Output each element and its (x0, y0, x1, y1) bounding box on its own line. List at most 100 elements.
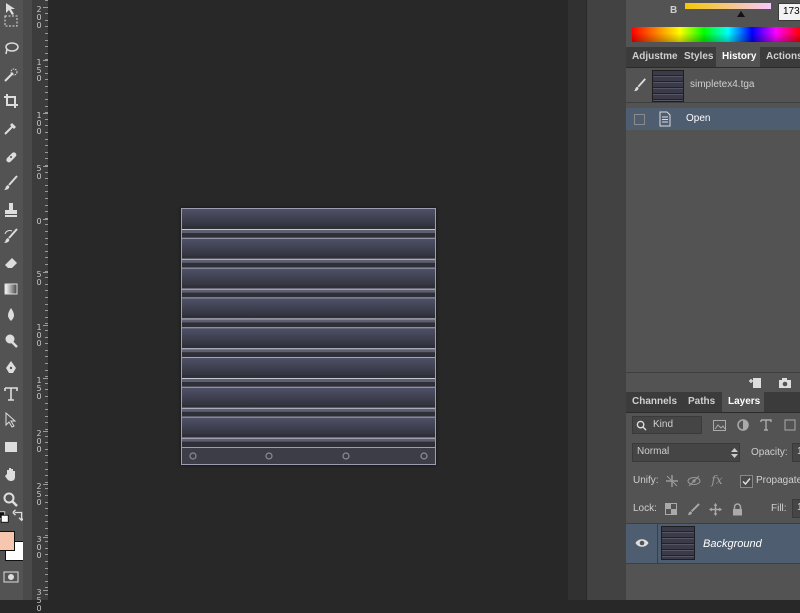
filter-type-layers-icon[interactable] (759, 418, 773, 432)
vertical-ruler[interactable]: 200 150 100 50 0 50 100 150 200 250 300 350 (32, 0, 49, 613)
layer-filter-row: Kind (626, 413, 800, 437)
unify-label: Unify: (633, 475, 659, 486)
ruler-label: 200 (36, 429, 42, 454)
layer-row-background[interactable]: Background (626, 523, 800, 564)
color-spectrum-ramp[interactable] (632, 27, 800, 42)
blend-opacity-row: Normal Opacity: 1 (626, 441, 800, 465)
document-image-texture[interactable] (181, 208, 436, 465)
texture-plate (181, 327, 436, 346)
layer-thumbnail (661, 526, 695, 560)
color-panel: B 173 (626, 0, 800, 47)
lock-all-icon[interactable] (730, 502, 744, 516)
brush-tool-icon[interactable] (0, 172, 22, 194)
texture-plate (181, 386, 436, 405)
opacity-field[interactable]: 1 (792, 443, 800, 462)
type-tool-icon[interactable] (0, 383, 22, 405)
dodge-tool-icon[interactable] (0, 330, 22, 352)
tab-layers[interactable]: Layers (722, 392, 764, 412)
tab-paths[interactable]: Paths (682, 392, 722, 412)
layer-name[interactable]: Background (703, 538, 762, 550)
propagate-label: Propagate (756, 475, 800, 486)
new-snapshot-camera-icon[interactable] (777, 376, 793, 390)
panel-dock-divider[interactable] (568, 0, 586, 600)
filter-pixel-layers-icon[interactable] (712, 418, 726, 432)
texture-plate (181, 208, 436, 226)
history-panel-footer (626, 372, 800, 394)
history-snapshot-row[interactable]: simpletex4.tga (626, 68, 800, 103)
ruler-label: 200 (36, 5, 42, 30)
lasso-tool-icon[interactable] (0, 37, 22, 59)
layer-visibility-eye-icon[interactable] (633, 535, 651, 551)
blend-mode-select[interactable]: Normal (632, 443, 740, 462)
history-state-open[interactable]: Open (626, 108, 800, 130)
propagate-checkbox[interactable] (740, 475, 753, 488)
ruler-label: 350 (36, 588, 42, 613)
tab-actions[interactable]: Actions (760, 47, 800, 67)
toolbar-edge (23, 0, 32, 600)
ruler-label: 100 (36, 111, 42, 136)
foreground-color-swatch[interactable] (0, 531, 15, 551)
new-document-from-state-icon[interactable] (747, 376, 763, 390)
opacity-label: Opacity: (751, 447, 788, 458)
document-icon (657, 111, 673, 127)
lock-image-pixels-icon[interactable] (686, 502, 700, 516)
filter-kind-label: Kind (653, 419, 674, 430)
texture-plate (181, 267, 436, 286)
filter-shape-layers-icon[interactable] (783, 418, 797, 432)
fill-label: Fill: (771, 503, 787, 514)
blue-channel-slider[interactable] (685, 3, 771, 9)
history-brush-source-checkbox[interactable] (634, 114, 645, 125)
quick-selection-tool-icon[interactable] (0, 64, 22, 86)
tab-channels[interactable]: Channels (626, 392, 682, 412)
color-slider-label: B (670, 5, 678, 16)
unify-row: Unify: fx Propagate (626, 469, 800, 493)
pen-tool-icon[interactable] (0, 357, 22, 379)
texture-plate (181, 297, 436, 316)
tools-panel (0, 0, 33, 600)
search-icon (635, 419, 647, 431)
gradient-tool-icon[interactable] (0, 278, 22, 300)
eyedropper-tool-icon[interactable] (0, 117, 22, 139)
layer-row-divider (657, 524, 658, 563)
layers-panel-tabs: Channels Paths Layers (626, 392, 800, 413)
unify-position-icon[interactable] (664, 473, 680, 489)
lock-row: Lock: Fill: 1 (626, 496, 800, 522)
snapshot-thumbnail (652, 70, 684, 102)
healing-brush-tool-icon[interactable] (0, 146, 22, 168)
filter-adjustment-layers-icon[interactable] (736, 418, 750, 432)
unify-style-fx-icon[interactable]: fx (708, 472, 726, 488)
ruler-label: 150 (36, 58, 42, 83)
history-panel-tabs: Adjustme Styles History Actions (626, 47, 800, 68)
lock-label: Lock: (633, 503, 657, 514)
path-selection-tool-icon[interactable] (0, 409, 22, 431)
collapsed-panel-dock (586, 0, 627, 600)
tab-adjustments[interactable]: Adjustme (626, 47, 678, 67)
blur-tool-icon[interactable] (0, 304, 22, 326)
texture-plate (181, 416, 436, 435)
unify-visibility-icon[interactable] (686, 473, 702, 489)
tab-styles[interactable]: Styles (678, 47, 716, 67)
history-brush-source-icon[interactable] (633, 78, 647, 92)
rectangular-marquee-tool-icon[interactable] (0, 10, 22, 32)
fill-field[interactable]: 1 (792, 499, 800, 518)
texture-plate (181, 237, 436, 256)
lock-position-icon[interactable] (708, 502, 722, 516)
history-brush-tool-icon[interactable] (0, 225, 22, 247)
chevron-updown-icon (730, 447, 738, 459)
eraser-tool-icon[interactable] (0, 252, 22, 274)
snapshot-name: simpletex4.tga (690, 79, 755, 90)
hand-tool-icon[interactable] (0, 463, 22, 485)
default-colors-icon[interactable] (0, 510, 10, 524)
clone-stamp-tool-icon[interactable] (0, 199, 22, 221)
slider-handle-icon[interactable] (737, 11, 745, 17)
crop-tool-icon[interactable] (0, 90, 22, 112)
blue-value-field[interactable]: 173 (778, 3, 800, 21)
texture-plate (181, 357, 436, 375)
tab-history[interactable]: History (716, 47, 760, 67)
history-state-label: Open (686, 113, 711, 124)
quick-mask-icon[interactable] (0, 566, 22, 588)
lock-transparent-pixels-icon[interactable] (664, 502, 678, 516)
blend-mode-label: Normal (637, 446, 670, 457)
ruler-label: 300 (36, 535, 42, 560)
rectangle-tool-icon[interactable] (0, 436, 22, 458)
